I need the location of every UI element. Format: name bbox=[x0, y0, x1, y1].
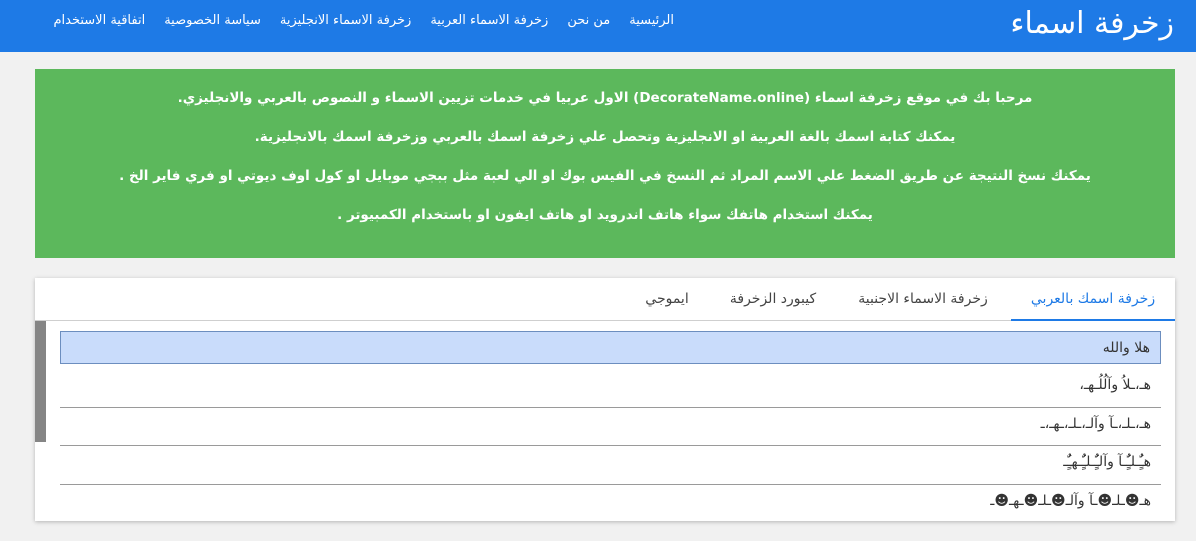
result-item[interactable]: هـٌٍُـلـٌٍُـآ وآلـٌٍُـلـٌٍُـهـٌٍُـ bbox=[60, 446, 1161, 485]
tab-decoration-keyboard[interactable]: كيبورد الزخرفة bbox=[711, 278, 835, 321]
nav-link-about[interactable]: من نحن bbox=[567, 12, 610, 30]
tab-emoji[interactable]: ايموجي bbox=[623, 278, 711, 321]
result-item[interactable]: هـ☻ـلـ☻ـآ وآلـ☻ـلـ☻ـهـ☻ـ bbox=[60, 485, 1161, 522]
results-list: هلا والله هـ،ـلاُ وآلُلُـهـ، هـ،ـلـ،ـآ و… bbox=[60, 331, 1161, 521]
result-item[interactable]: هـ،ـلاُ وآلُلُـهـ، bbox=[60, 369, 1161, 408]
tab-foreign-names[interactable]: زخرفة الاسماء الاجنبية bbox=[835, 278, 1011, 321]
result-item[interactable]: هـ،ـلـ،ـآ وآلـ،ـلـ،ـهـ،ـ bbox=[60, 408, 1161, 446]
tab-bar: زخرفة اسمك بالعربي زخرفة الاسماء الاجنبي… bbox=[35, 278, 1175, 321]
nav-links: الرئيسية من نحن زخرفة الاسماء العربية زخ… bbox=[53, 12, 674, 30]
intro-line: يمكنك استخدام هاتفك سواء هاتف اندرويد او… bbox=[337, 207, 873, 223]
top-navbar: زخرفة اسماء الرئيسية من نحن زخرفة الاسما… bbox=[0, 0, 1196, 52]
intro-alert: مرحبا بك في موقع زخرفة اسماء (DecorateNa… bbox=[35, 69, 1175, 258]
nav-link-home[interactable]: الرئيسية bbox=[629, 12, 674, 30]
results-panel: هلا والله هـ،ـلاُ وآلُلُـهـ، هـ،ـلـ،ـآ و… bbox=[35, 321, 1175, 521]
nav-link-terms[interactable]: اتفاقية الاستخدام bbox=[53, 12, 145, 30]
intro-line: مرحبا بك في موقع زخرفة اسماء (DecorateNa… bbox=[177, 90, 1033, 106]
intro-line: يمكنك نسخ النتيجة عن طريق الضغط علي الاس… bbox=[119, 168, 1091, 184]
result-item-selected[interactable]: هلا والله bbox=[60, 331, 1161, 364]
nav-link-privacy[interactable]: سياسة الخصوصية bbox=[164, 12, 261, 30]
decoration-card: زخرفة اسمك بالعربي زخرفة الاسماء الاجنبي… bbox=[35, 278, 1175, 521]
tab-arabic-decoration[interactable]: زخرفة اسمك بالعربي bbox=[1011, 278, 1175, 321]
nav-link-arabic-names[interactable]: زخرفة الاسماء العربية bbox=[430, 12, 548, 30]
scrollbar-thumb[interactable] bbox=[35, 321, 46, 442]
site-brand[interactable]: زخرفة اسماء bbox=[1010, 4, 1174, 44]
nav-link-english-names[interactable]: زخرفة الاسماء الانجليزية bbox=[280, 12, 411, 30]
intro-line: يمكنك كتابة اسمك بالغة العربية او الانجل… bbox=[254, 129, 956, 145]
